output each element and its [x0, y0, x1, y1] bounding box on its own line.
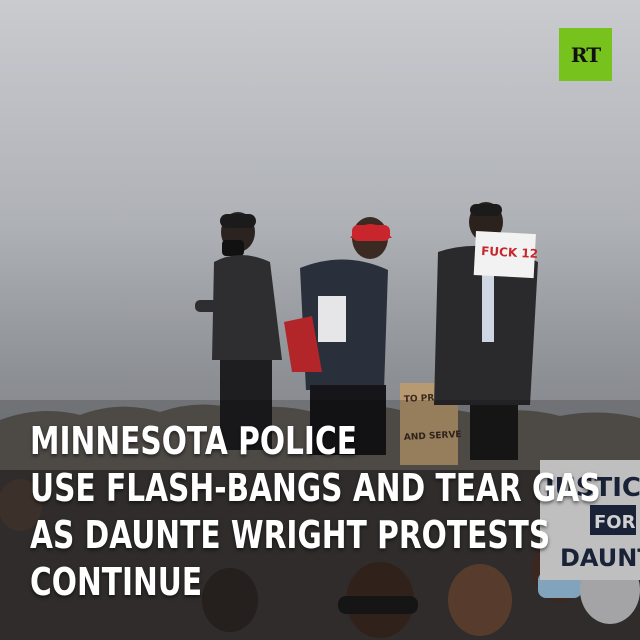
- handheld-sign: FUCK 12: [473, 231, 539, 279]
- rt-logo: RT: [559, 28, 612, 81]
- rt-logo-text: RT: [570, 42, 601, 67]
- headline-line: USE FLASH-BANGS AND TEAR GAS: [30, 466, 601, 510]
- headline-line: MINNESOTA POLICE: [30, 419, 357, 463]
- headline-line: AS DAUNTE WRIGHT PROTESTS: [30, 513, 551, 557]
- handheld-sign-text: FUCK 12: [481, 244, 539, 261]
- headline-line: CONTINUE: [30, 560, 203, 604]
- headline-caption: MINNESOTA POLICE USE FLASH-BANGS AND TEA…: [30, 418, 601, 606]
